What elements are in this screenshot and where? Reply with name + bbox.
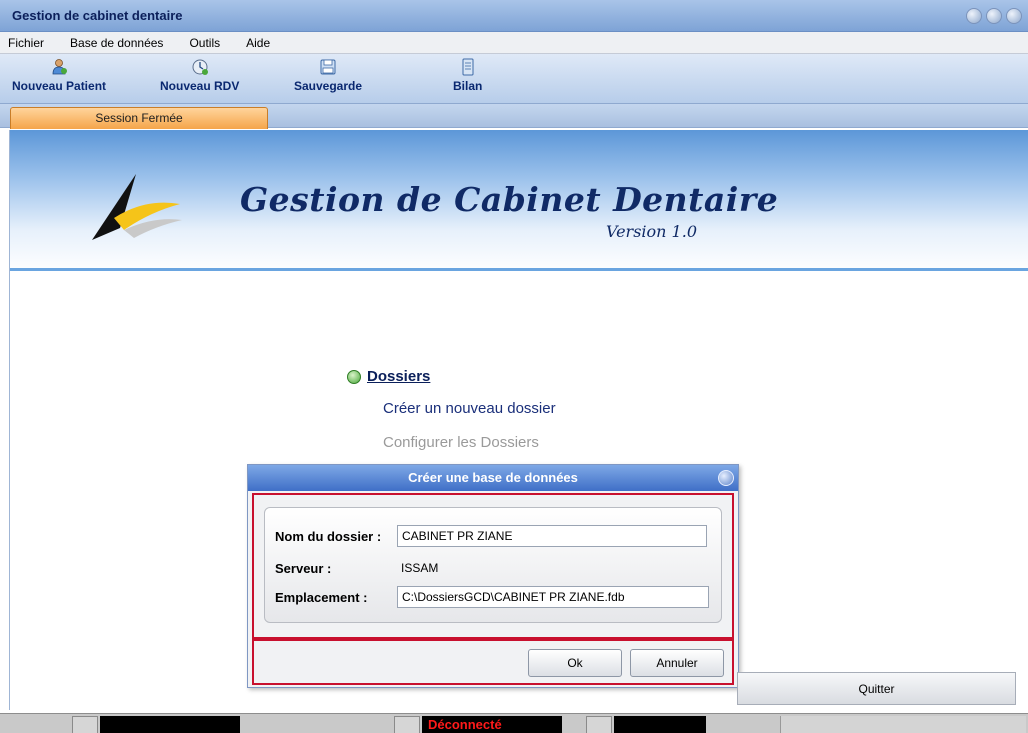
- dialog-title: Créer une base de données: [248, 465, 738, 491]
- window-controls: [966, 8, 1022, 24]
- maximize-icon[interactable]: [986, 8, 1002, 24]
- header-banner: Gestion de Cabinet Dentaire Version 1.0: [10, 130, 1028, 272]
- location-input[interactable]: [397, 586, 709, 608]
- quit-button[interactable]: Quitter: [737, 672, 1016, 705]
- menu-base-de-donnees[interactable]: Base de données: [70, 36, 163, 50]
- menu-bar: Fichier Base de données Outils Aide: [0, 32, 1028, 54]
- tab-bar: Session Fermée: [0, 104, 1028, 129]
- create-folder-link[interactable]: Créer un nouveau dossier: [383, 400, 556, 417]
- app-version: Version 1.0: [606, 222, 697, 241]
- dialog-form-section: Nom du dossier : Serveur : ISSAM Emplace…: [252, 493, 734, 639]
- new-rdv-label: Nouveau RDV: [160, 79, 240, 93]
- location-label: Emplacement :: [275, 590, 368, 605]
- close-icon[interactable]: [1006, 8, 1022, 24]
- app-title: Gestion de Cabinet Dentaire: [240, 180, 779, 219]
- green-bullet-icon: [347, 369, 361, 384]
- patient-icon: [52, 59, 68, 75]
- lock-icon: [586, 716, 612, 733]
- banner-divider: [10, 268, 1028, 271]
- dialog-buttons-section: Ok Annuler: [252, 639, 734, 685]
- user-icon: [72, 716, 98, 733]
- dossiers-section[interactable]: Dossiers: [347, 368, 430, 385]
- menu-fichier[interactable]: Fichier: [8, 36, 44, 50]
- configure-folders-link[interactable]: Configurer les Dossiers: [383, 434, 539, 451]
- ok-button[interactable]: Ok: [528, 649, 622, 677]
- create-database-dialog: Créer une base de données Nom du dossier…: [247, 464, 739, 688]
- status-bar: Déconnecté: [0, 713, 1028, 733]
- report-label: Bilan: [453, 79, 483, 93]
- new-rdv-button[interactable]: Nouveau RDV: [160, 58, 239, 93]
- window-title: Gestion de cabinet dentaire: [12, 8, 183, 23]
- new-patient-button[interactable]: Nouveau Patient: [12, 58, 106, 93]
- backup-label: Sauvegarde: [294, 79, 363, 93]
- title-bar: Gestion de cabinet dentaire: [0, 0, 1028, 32]
- folder-name-input[interactable]: [397, 525, 707, 547]
- report-button[interactable]: Bilan: [453, 58, 482, 93]
- status-panel-1: [100, 716, 240, 733]
- backup-button[interactable]: Sauvegarde: [294, 58, 362, 93]
- server-value: ISSAM: [401, 561, 439, 575]
- status-panel-3: [614, 716, 706, 733]
- tab-session[interactable]: Session Fermée: [10, 107, 268, 129]
- book-icon: [462, 58, 474, 76]
- status-panel-4: [780, 716, 1026, 733]
- connection-status: Déconnecté: [422, 716, 562, 733]
- floppy-disk-icon: [320, 59, 336, 75]
- server-label: Serveur :: [275, 561, 332, 576]
- app-logo: [92, 174, 182, 240]
- menu-outils[interactable]: Outils: [189, 36, 220, 50]
- new-patient-label: Nouveau Patient: [12, 79, 107, 93]
- user-icon: [394, 716, 420, 733]
- minimize-icon[interactable]: [966, 8, 982, 24]
- cancel-button[interactable]: Annuler: [630, 649, 724, 677]
- folder-name-label: Nom du dossier :: [275, 529, 382, 544]
- dialog-close-icon[interactable]: [718, 470, 734, 486]
- menu-aide[interactable]: Aide: [246, 36, 270, 50]
- dossiers-heading: Dossiers: [367, 368, 431, 385]
- toolbar: Nouveau Patient Nouveau RDV Sauvegarde B…: [0, 54, 1028, 104]
- form-panel: Nom du dossier : Serveur : ISSAM Emplace…: [264, 507, 722, 623]
- clock-icon: [192, 59, 208, 75]
